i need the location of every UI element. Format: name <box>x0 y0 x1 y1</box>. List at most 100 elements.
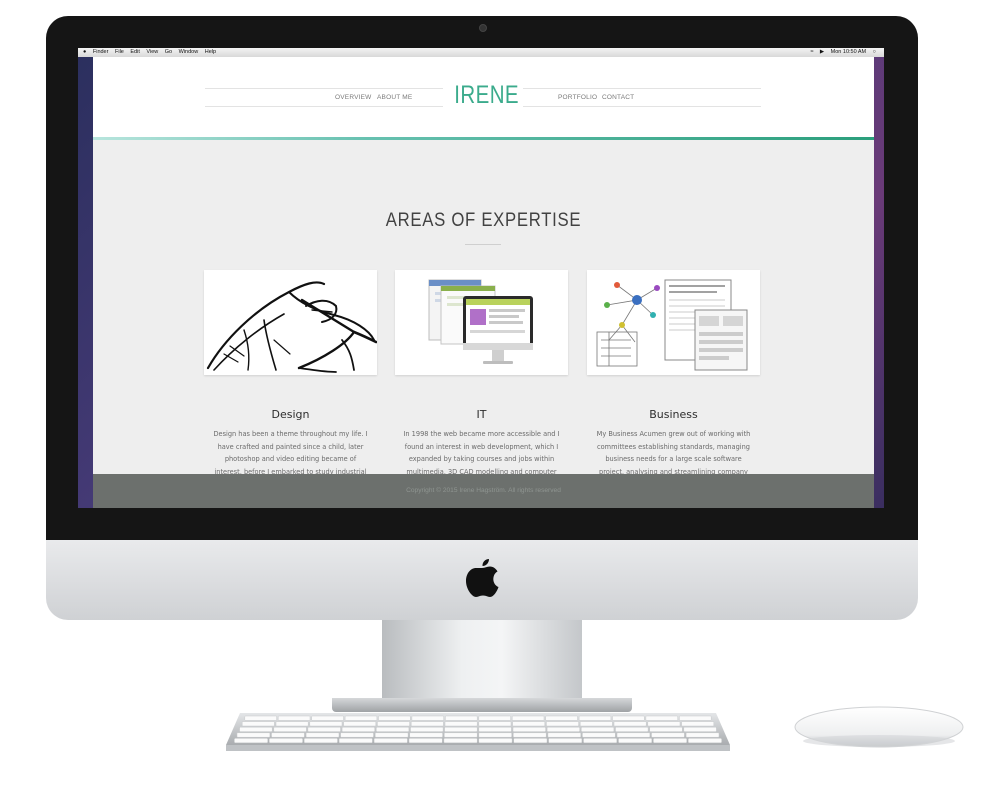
nav-divider <box>205 88 443 89</box>
keyboard-key <box>273 726 307 732</box>
keyboard-key <box>377 721 410 727</box>
menu-window[interactable]: Window <box>179 48 199 57</box>
keyboard-key <box>410 726 444 732</box>
keyboard-key <box>444 732 478 738</box>
section-title: AREAS OF EXPERTISE <box>385 210 582 231</box>
keyboard-key <box>583 738 618 744</box>
keyboard-key <box>409 732 443 738</box>
keyboard-key <box>545 715 578 721</box>
keyboard-key <box>582 732 616 738</box>
menu-go[interactable]: Go <box>165 48 172 57</box>
header-accent-bar <box>93 137 874 140</box>
keyboard-key <box>378 715 411 721</box>
keyboard-key <box>341 726 375 732</box>
menu-file[interactable]: File <box>115 48 124 57</box>
keyboard-key <box>579 721 613 727</box>
design-title: Design <box>271 408 310 421</box>
design-image[interactable] <box>204 270 377 375</box>
business-image[interactable] <box>587 270 760 375</box>
keyboard-key <box>681 721 715 727</box>
keyboard-key <box>546 726 580 732</box>
site-footer: Copyright © 2015 Irene Hagström. All rig… <box>93 474 874 508</box>
keyboard-key <box>546 721 579 727</box>
web-screens-illustration <box>428 279 533 364</box>
keyboard-key <box>685 732 720 738</box>
keyboard-key <box>683 726 717 732</box>
keyboard-key <box>615 726 649 732</box>
nav-about-me[interactable]: ABOUT ME <box>377 94 412 101</box>
keyboard-key <box>618 738 653 744</box>
keyboard-key <box>616 732 651 738</box>
keyboard-key <box>688 738 722 744</box>
keyboard-key <box>373 738 408 744</box>
keyboard-key <box>578 715 612 721</box>
sketch-illustration <box>206 281 377 373</box>
volume-icon[interactable]: ▶ <box>820 48 824 57</box>
keyboard-key <box>651 732 685 738</box>
nav-contact[interactable]: CONTACT <box>602 94 634 101</box>
keyboard-key <box>374 732 409 738</box>
keyboard-key <box>548 738 583 744</box>
keyboard-key <box>513 738 548 744</box>
site-logo[interactable]: IRENE <box>454 81 518 110</box>
keyboard-key <box>512 721 546 727</box>
apple-menu-icon[interactable]: ● <box>83 48 86 57</box>
nav-divider <box>523 88 761 89</box>
keyboard-key <box>338 738 373 744</box>
copyright-text: Copyright © 2015 Irene Hagström. All rig… <box>406 487 561 494</box>
keyboard-key <box>343 721 377 727</box>
wifi-icon[interactable]: ≈ <box>810 48 813 57</box>
keyboard-key <box>512 726 546 732</box>
keyboard-key <box>511 715 545 721</box>
keyboard-key <box>410 721 444 727</box>
keyboard-key <box>307 726 341 732</box>
keyboard-key <box>305 732 340 738</box>
keyboard-key <box>275 721 309 727</box>
keyboard-key <box>513 732 547 738</box>
camera-icon <box>479 24 487 32</box>
menu-view[interactable]: View <box>146 48 158 57</box>
business-title: Business <box>649 408 698 421</box>
title-divider <box>465 244 501 245</box>
keyboard-key <box>647 721 681 727</box>
keyboard-key <box>277 715 311 721</box>
menu-help[interactable]: Help <box>205 48 216 57</box>
apple-logo-icon <box>466 559 499 597</box>
keyboard-key <box>612 715 645 721</box>
keyboard-key <box>613 721 647 727</box>
business-diagrams-illustration <box>596 279 748 371</box>
nav-portfolio[interactable]: PORTFOLIO <box>558 94 597 101</box>
mac-menubar: ● Finder File Edit View Go Window Help ≈… <box>78 48 884 57</box>
keyboard-key <box>653 738 687 744</box>
search-icon[interactable]: ○ <box>873 48 876 57</box>
imac-stand-base <box>332 698 632 712</box>
keyboard-key <box>411 715 444 721</box>
keyboard-key <box>244 715 277 721</box>
keyboard-key <box>649 726 683 732</box>
menu-finder[interactable]: Finder <box>93 48 109 57</box>
keyboard-key <box>547 732 582 738</box>
keyboard-key <box>239 726 273 732</box>
it-image[interactable] <box>395 270 568 375</box>
keyboard-key <box>581 726 615 732</box>
keyboard-key <box>679 715 712 721</box>
keyboard-key <box>376 726 410 732</box>
keyboard-key <box>303 738 338 744</box>
menubar-clock[interactable]: Mon 10:50 AM <box>831 48 866 57</box>
nav-divider <box>205 106 443 107</box>
keyboard-key <box>478 732 512 738</box>
menu-edit[interactable]: Edit <box>130 48 139 57</box>
nav-overview[interactable]: OVERVIEW <box>335 94 372 101</box>
keyboard-key <box>478 715 511 721</box>
keyboard-key <box>236 732 271 738</box>
keyboard-key <box>645 715 678 721</box>
keyboard-key <box>309 721 343 727</box>
nav-divider <box>523 106 761 107</box>
keyboard-key <box>443 738 478 744</box>
keyboard <box>226 713 730 751</box>
keyboard-key <box>234 738 268 744</box>
keyboard-key <box>344 715 378 721</box>
imac-stand <box>382 620 582 700</box>
screen: ● Finder File Edit View Go Window Help ≈… <box>78 48 884 508</box>
magic-mouse <box>794 706 964 748</box>
